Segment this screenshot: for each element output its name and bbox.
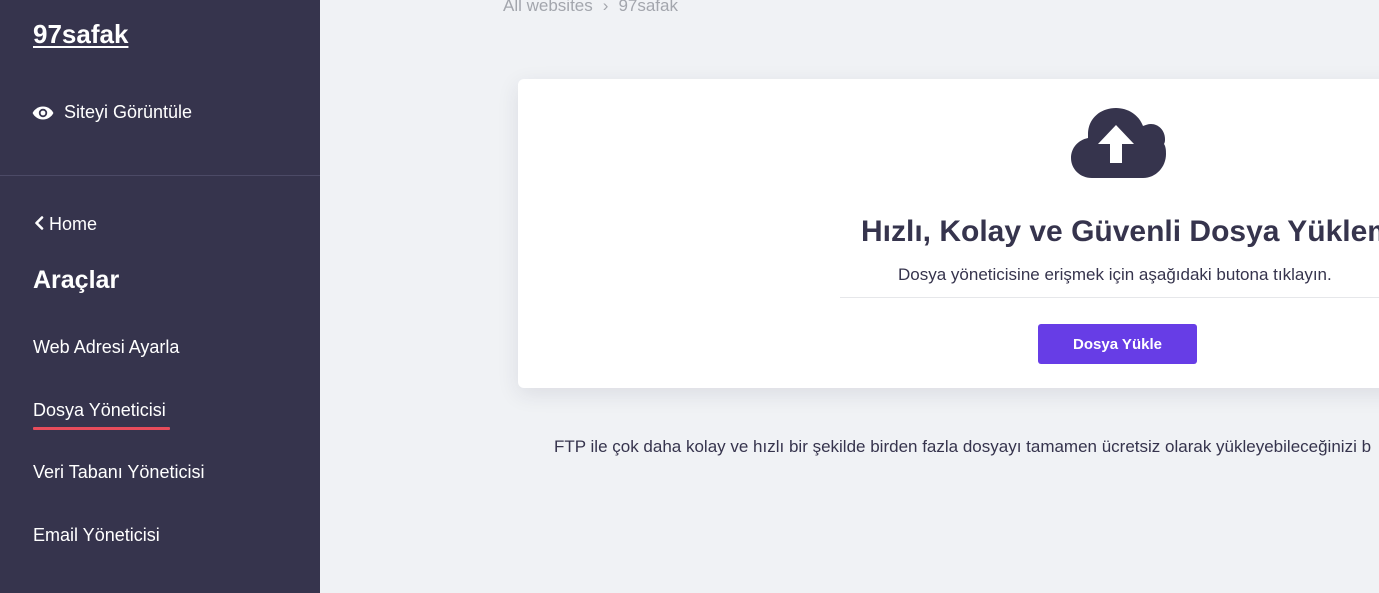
breadcrumb-separator: › bbox=[602, 0, 609, 15]
sidebar-item-file-manager[interactable]: Dosya Yöneticisi bbox=[33, 400, 170, 430]
home-label: Home bbox=[49, 214, 98, 234]
sidebar-item-email-manager[interactable]: Email Yöneticisi bbox=[33, 525, 160, 546]
upload-file-button[interactable]: Dosya Yükle bbox=[1038, 324, 1197, 364]
upload-card: Hızlı, Kolay ve Güvenli Dosya Yükleme Do… bbox=[518, 79, 1379, 388]
breadcrumb: All websites › 97safak bbox=[503, 0, 678, 16]
sidebar-divider bbox=[0, 175, 320, 176]
card-title: Hızlı, Kolay ve Güvenli Dosya Yükleme bbox=[861, 215, 1379, 248]
ftp-note: FTP ile çok daha kolay ve hızlı bir şeki… bbox=[554, 437, 1372, 456]
cloud-upload-icon bbox=[1070, 107, 1166, 184]
sidebar: 97safak Siteyi Görüntüle Home Araçlar We… bbox=[0, 0, 320, 593]
sidebar-item-web-address[interactable]: Web Adresi Ayarla bbox=[33, 337, 179, 358]
eye-icon bbox=[32, 106, 54, 120]
chevron-left-icon bbox=[33, 214, 45, 235]
card-divider bbox=[840, 297, 1379, 298]
sidebar-item-database-manager[interactable]: Veri Tabanı Yöneticisi bbox=[33, 462, 204, 483]
tools-heading: Araçlar bbox=[33, 266, 120, 294]
view-site-label: Siteyi Görüntüle bbox=[64, 102, 193, 122]
breadcrumb-current: 97safak bbox=[618, 0, 678, 15]
card-subtitle: Dosya yöneticisine erişmek için aşağıdak… bbox=[898, 265, 1332, 284]
home-link[interactable]: Home bbox=[33, 214, 97, 235]
view-site-link[interactable]: Siteyi Görüntüle bbox=[32, 102, 192, 123]
site-name-link[interactable]: 97safak bbox=[33, 19, 128, 50]
breadcrumb-root[interactable]: All websites bbox=[503, 0, 593, 16]
